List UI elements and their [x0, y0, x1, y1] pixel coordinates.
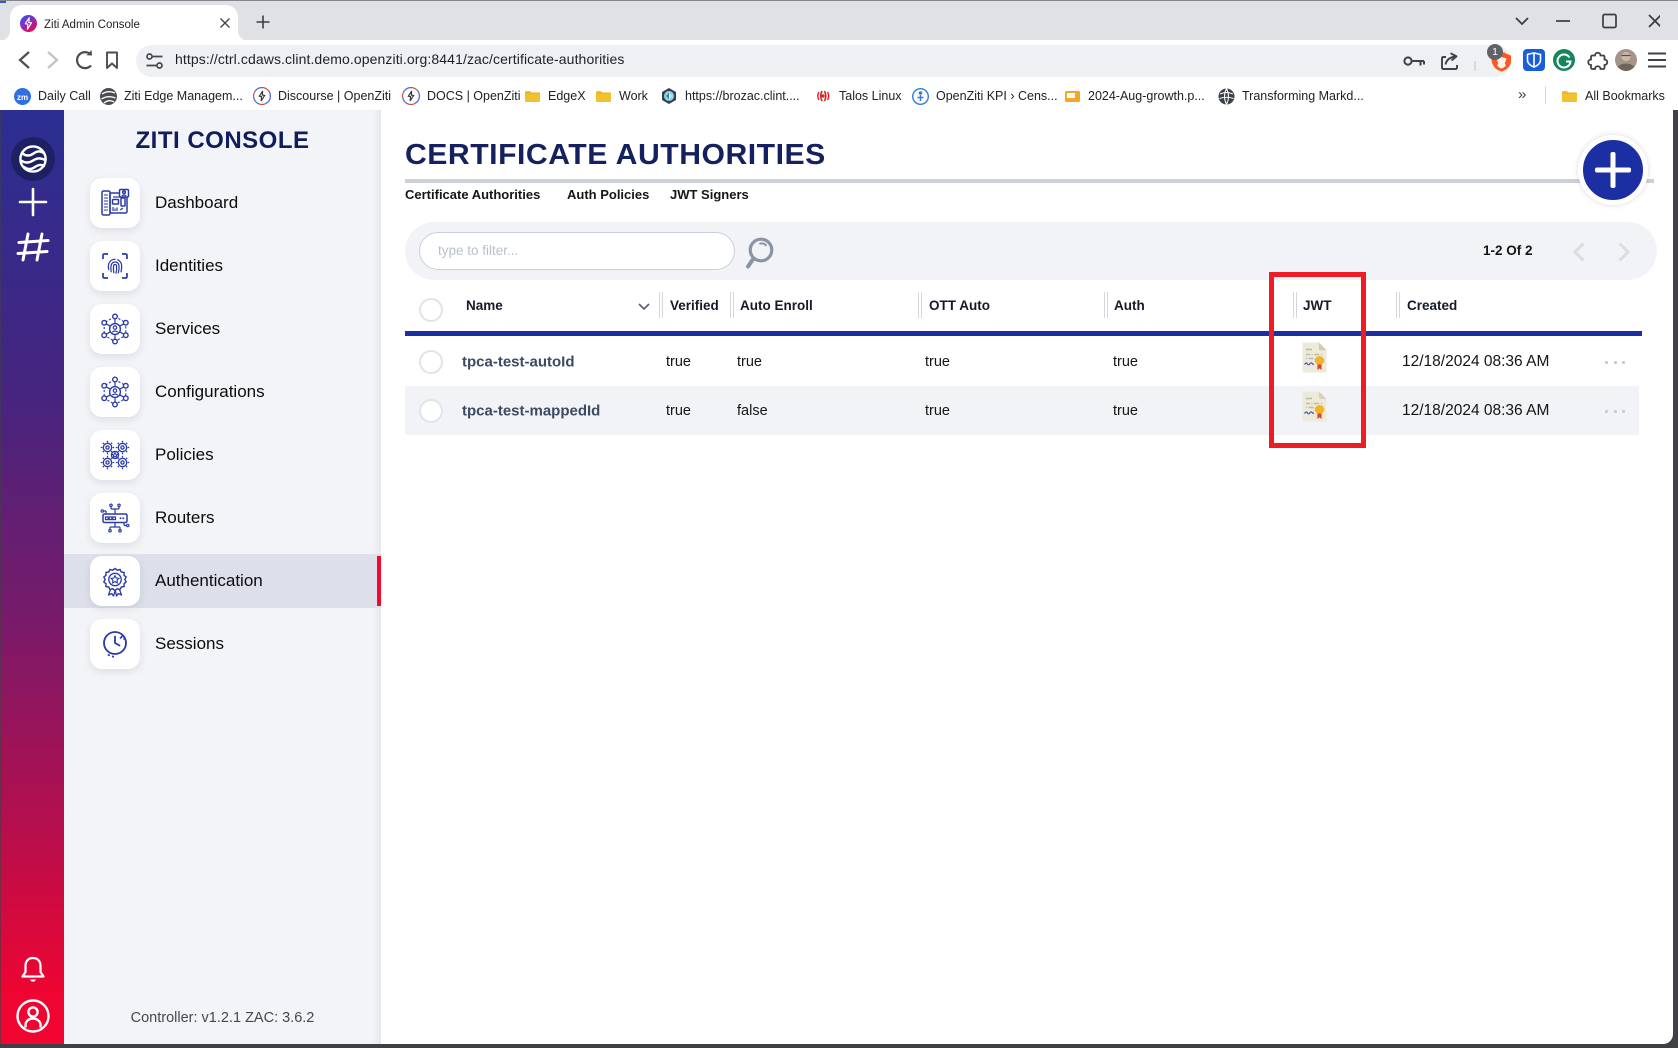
svg-text:zm: zm: [17, 92, 28, 101]
